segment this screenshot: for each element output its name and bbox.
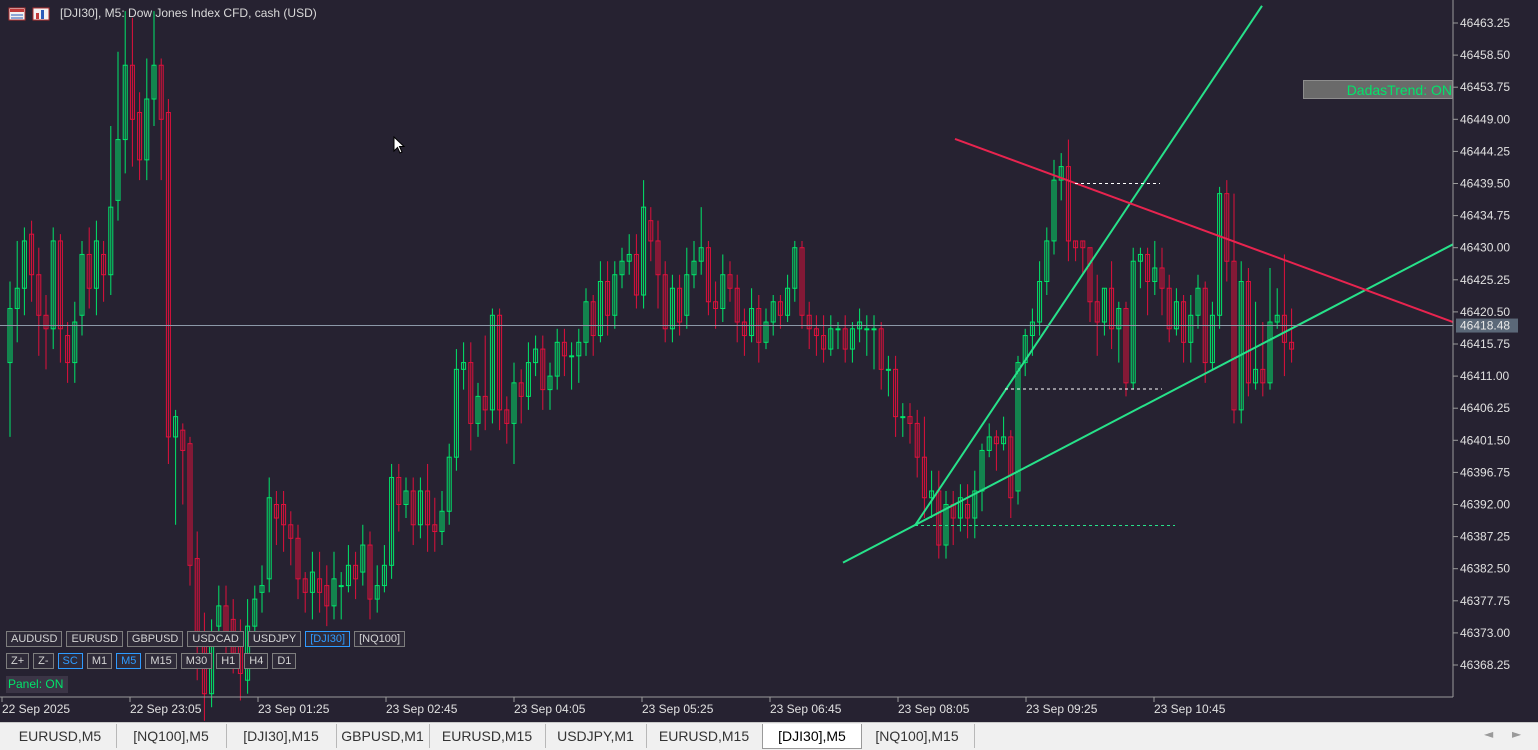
y-tick-label: 46453.75 [1460,80,1510,94]
chart-tab[interactable]: EURUSD,M5 [4,724,117,748]
chart-title: [DJI30], M5: Dow Jones Index CFD, cash (… [60,6,317,20]
y-tick-label: 46373.00 [1460,626,1510,640]
symbol-button-dji30[interactable]: [DJI30] [305,631,351,647]
chart-tab[interactable]: [NQ100],M5 [116,724,227,748]
chart-window[interactable]: 46463.25 46458.50 46453.75 46449.00 46444.25… [0,0,1538,722]
chart-tab[interactable]: [NQ100],M15 [860,724,975,748]
timeframe-button-m15[interactable]: M15 [145,653,177,669]
symbol-button-audusd[interactable]: AUDUSD [6,631,63,647]
timeframe-button-row: Z+ Z- SC M1 M5 M15 M30 H1 H4 D1 [6,653,297,669]
chart-tab[interactable]: USDJPY,M1 [545,724,647,748]
chart-tab[interactable]: GBPUSD,M1 [336,724,430,748]
x-tick-label: 23 Sep 08:05 [898,702,970,716]
y-tick-label: 46434.75 [1460,209,1510,223]
y-tick-label: 46401.50 [1460,433,1510,447]
timeframe-button-m1[interactable]: M1 [86,653,113,669]
chart-tab[interactable]: EURUSD,M15 [646,724,763,748]
symbol-button-usdjpy[interactable]: USDJPY [247,631,302,647]
chart-tab[interactable]: [DJI30],M15 [226,724,337,748]
y-tick-label: 46382.50 [1460,562,1510,576]
y-tick-label: 46377.75 [1460,594,1510,608]
chart-tab[interactable]: [DJI30],M5 [762,724,862,749]
timeframe-button-h1[interactable]: H1 [216,653,241,669]
timeframe-button-z-[interactable]: Z- [33,653,54,669]
x-tick-label: 23 Sep 06:45 [770,702,842,716]
tab-scroll-right-icon[interactable]: ► [1512,727,1521,741]
y-tick-label: 46449.00 [1460,112,1510,126]
timeframe-button-m30[interactable]: M30 [180,653,213,669]
y-tick-label: 46368.25 [1460,658,1510,672]
symbol-button-usdcad[interactable]: USDCAD [187,631,244,647]
y-tick-label: 46406.25 [1460,401,1510,415]
y-tick-label: 46463.25 [1460,16,1510,30]
symbol-button-nq100[interactable]: [NQ100] [354,631,406,647]
y-tick-label: 46411.00 [1460,369,1509,383]
x-tick-label: 23 Sep 02:45 [386,702,458,716]
dadastrend-indicator-status[interactable]: DadasTrend: ON [1303,80,1453,99]
chart-tab[interactable]: EURUSD,M15 [429,724,546,748]
y-tick-label: 46430.00 [1460,241,1510,255]
x-tick-label: 22 Sep 2025 [2,702,70,716]
y-tick-label: 46396.75 [1460,465,1510,479]
price-chart[interactable]: 46463.25 46458.50 46453.75 46449.00 46444.25… [0,0,1538,722]
chart-background [0,0,1538,722]
y-tick-label: 46392.00 [1460,498,1510,512]
chart-tab-bar: ◄ ► EURUSD,M5 [NQ100],M5 [DJI30],M15 GBPUSD… [0,722,1538,750]
current-price-label: 46418.48 [1460,319,1510,333]
timeframe-button-h4[interactable]: H4 [244,653,269,669]
x-tick-label: 23 Sep 04:05 [514,702,586,716]
symbol-button-eurusd[interactable]: EURUSD [66,631,123,647]
x-tick-label: 23 Sep 10:45 [1154,702,1226,716]
y-tick-label: 46458.50 [1460,48,1510,62]
y-tick-label: 46387.25 [1460,530,1510,544]
chart-title-bar: [DJI30], M5: Dow Jones Index CFD, cash (… [8,4,317,22]
tab-scroll-left-icon[interactable]: ◄ [1484,727,1493,741]
y-tick-label: 46420.50 [1460,305,1510,319]
symbol-button-row: AUDUSD EURUSD GBPUSD USDCAD USDJPY [DJI30] [NQ… [6,631,406,647]
symbol-button-gbpusd[interactable]: GBPUSD [126,631,184,647]
x-tick-label: 23 Sep 05:25 [642,702,714,716]
y-tick-label: 46444.25 [1460,144,1510,158]
y-tick-label: 46415.75 [1460,337,1510,351]
x-tick-label: 22 Sep 23:05 [130,702,202,716]
x-tick-label: 23 Sep 09:25 [1026,702,1098,716]
timeframe-button-sc[interactable]: SC [57,653,83,669]
timeframe-button-m5[interactable]: M5 [116,653,142,669]
timeframe-button-zplus[interactable]: Z+ [6,653,30,669]
chart-properties-icon[interactable] [32,6,50,21]
chart-window-icon[interactable] [8,6,26,21]
y-tick-label: 46439.50 [1460,177,1510,191]
panel-toggle[interactable]: Panel: ON [6,676,68,693]
timeframe-button-d1[interactable]: D1 [272,653,297,669]
current-price-tag: 46418.48 [1456,318,1518,333]
y-tick-label: 46425.25 [1460,273,1510,287]
x-tick-label: 23 Sep 01:25 [258,702,330,716]
mouse-pointer-icon [393,135,407,160]
